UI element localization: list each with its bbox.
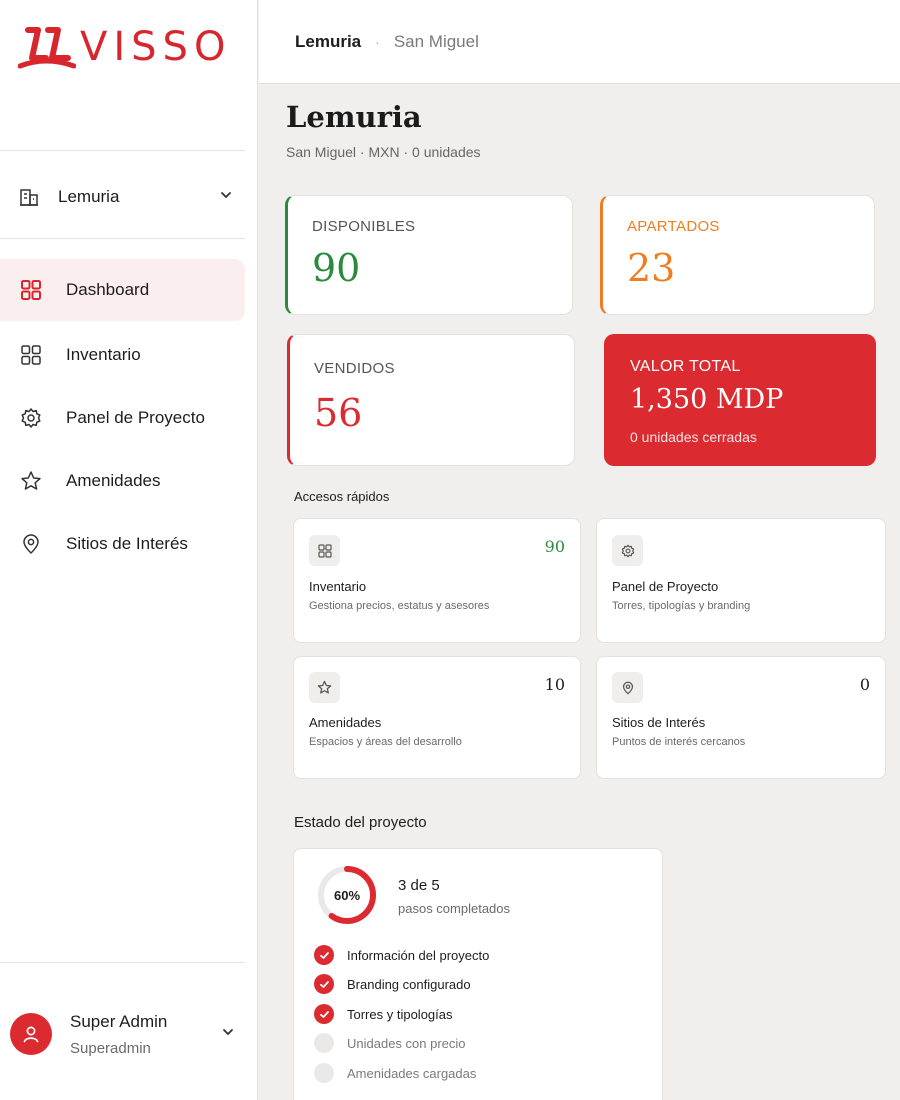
quick-card-description: Espacios y áreas del desarrollo [309,736,462,748]
user-icon [23,1026,39,1043]
check-icon [314,1004,334,1024]
page-subtitle: San Miguel · MXN · 0 unidades [286,144,481,160]
quick-card-count: 0 [859,675,870,694]
sidebar-divider [0,150,245,151]
stat-label: DISPONIBLES [312,218,416,235]
sidebar-item-panel-de-proyecto[interactable]: Panel de Proyecto [0,387,245,449]
check-icon [314,945,334,965]
checklist-label: Unidades con precio [347,1035,466,1051]
visso-logo[interactable]: VISSO [18,22,231,72]
user-menu[interactable]: Super Admin Superadmin [10,1003,235,1065]
stat-value: 56 [314,391,363,435]
sidebar-item-amenidades[interactable]: Amenidades [0,450,245,512]
map-pin-icon [612,672,643,703]
project-status-card: 60% 3 de 5 pasos completados Información… [293,848,663,1100]
empty-circle-icon [314,1063,334,1083]
avatar [10,1013,52,1055]
visso-logo-mark [18,27,76,69]
grid-icon [21,345,41,365]
quick-card-title: Inventario [309,579,367,594]
stat-card-apartados: APARTADOS 23 [600,195,875,315]
breadcrumb-separator: · [375,33,380,50]
grid-icon [21,280,41,300]
stat-note: 0 unidades cerradas [630,429,757,445]
stat-value: 1,350 MDP [630,384,784,415]
grid-icon [309,535,340,566]
quick-card-count: 90 [544,537,565,556]
progress-summary-sub: pasos completados [398,901,511,916]
logo-text: VISSO [80,24,232,70]
quick-card-title: Sitios de Interés [612,715,706,730]
stat-card-valor-total: VALOR TOTAL 1,350 MDP 0 unidades cerrada… [604,334,876,466]
page-title: Lemuria [286,100,422,134]
stat-value: 23 [627,246,676,290]
checklist-item: Torres y tipologías [314,1004,453,1024]
checklist-item: Amenidades cargadas [314,1063,476,1083]
quick-access-heading: Accesos rápidos [294,489,390,504]
chevron-down-icon [221,192,231,198]
user-name: Super Admin [70,1011,168,1031]
sidebar: VISSO Lemuria Dashboard Inventario Panel… [0,0,258,1100]
progress-summary: 3 de 5 [398,877,440,894]
project-status-heading: Estado del proyecto [294,814,427,831]
quick-card-description: Torres, tipologías y branding [612,600,751,612]
sidebar-item-inventario[interactable]: Inventario [0,324,245,386]
check-icon [314,974,334,994]
sidebar-item-sitios-de-interes[interactable]: Sitios de Interés [0,513,245,575]
building-icon [20,189,38,206]
stat-label: VALOR TOTAL [630,358,741,375]
checklist-label: Información del proyecto [347,947,490,963]
sidebar-item-label: Inventario [66,345,141,364]
sidebar-item-label: Panel de Proyecto [66,408,205,427]
stat-card-vendidos: VENDIDOS 56 [287,334,575,466]
checklist-label: Amenidades cargadas [347,1065,477,1081]
checklist-item: Información del proyecto [314,945,489,965]
stat-card-disponibles: DISPONIBLES 90 [285,195,573,315]
breadcrumb-location: San Miguel [393,31,479,51]
topbar: Lemuria · San Miguel [259,0,900,84]
sidebar-item-label: Dashboard [66,280,150,299]
quick-card-amenidades[interactable]: 10 Amenidades Espacios y áreas del desar… [293,656,581,779]
stat-value: 90 [312,246,361,290]
stat-label: APARTADOS [627,218,720,235]
star-icon [309,672,340,703]
checklist-item: Unidades con precio [314,1033,466,1053]
project-name: Lemuria [58,187,120,206]
user-role: Superadmin [70,1039,151,1057]
project-selector[interactable]: Lemuria [18,178,233,216]
quick-card-title: Amenidades [309,715,382,730]
gear-icon [612,535,643,566]
quick-card-description: Puntos de interés cercanos [612,736,746,748]
sidebar-item-label: Sitios de Interés [66,534,188,553]
stat-label: VENDIDOS [314,360,395,377]
quick-card-inventario[interactable]: 90 Inventario Gestiona precios, estatus … [293,518,581,643]
sidebar-divider [0,238,245,239]
checklist-item: Branding configurado [314,974,471,994]
breadcrumb-project[interactable]: Lemuria [295,32,361,52]
sidebar-divider [0,962,245,963]
star-icon [21,471,41,490]
empty-circle-icon [314,1033,334,1053]
quick-card-panel-de-proyecto[interactable]: Panel de Proyecto Torres, tipologías y b… [596,518,886,643]
quick-card-title: Panel de Proyecto [612,579,719,594]
checklist-label: Branding configurado [347,976,471,992]
checklist-label: Torres y tipologías [347,1006,453,1022]
quick-card-count: 10 [544,675,565,694]
progress-percent: 60% [333,887,361,903]
gear-icon [21,408,41,428]
map-pin-icon [23,534,39,554]
sidebar-item-dashboard[interactable]: Dashboard [0,259,245,321]
sidebar-item-label: Amenidades [66,471,161,490]
quick-card-description: Gestiona precios, estatus y asesores [309,600,490,612]
quick-card-sitios-de-interes[interactable]: 0 Sitios de Interés Puntos de interés ce… [596,656,886,779]
chevron-down-icon [223,1029,233,1035]
